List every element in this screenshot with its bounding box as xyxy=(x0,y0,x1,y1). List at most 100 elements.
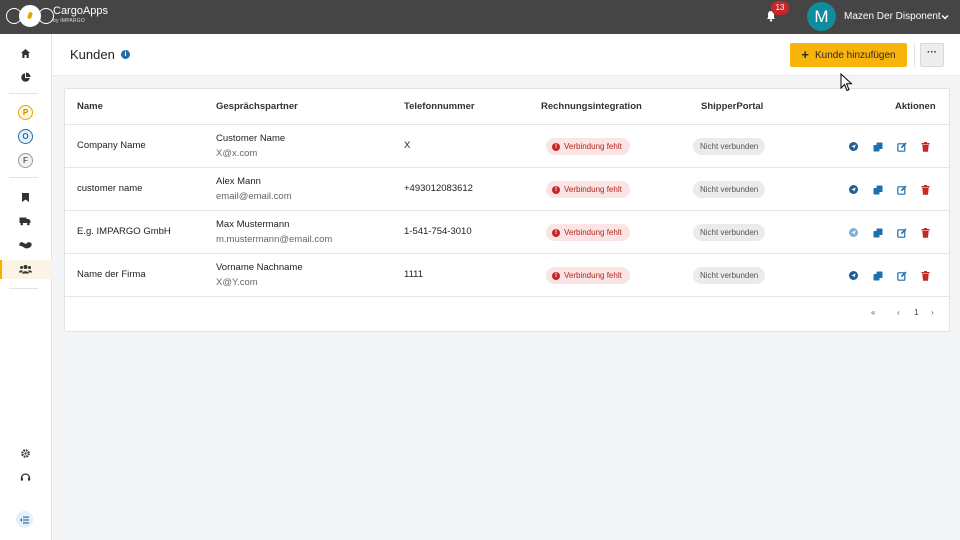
truck-icon xyxy=(19,217,31,226)
delete-icon xyxy=(921,141,930,152)
send-button[interactable] xyxy=(848,141,859,152)
column-header-shipper-portal[interactable]: ShipperPortal xyxy=(701,101,763,112)
contact-name: Vorname Nachname xyxy=(216,262,303,273)
column-header-phone[interactable]: Telefonnummer xyxy=(404,101,475,112)
send-icon xyxy=(849,142,858,151)
delete-icon xyxy=(921,270,930,281)
customer-name: Company Name xyxy=(77,140,146,151)
page-title: Kunden xyxy=(70,47,115,62)
table-row[interactable]: Name der Firma Vorname Nachname X@Y.com … xyxy=(65,254,949,297)
portal-status-badge: Nicht verbunden xyxy=(693,181,766,198)
edit-icon xyxy=(896,271,906,281)
sidebar-collapse-button[interactable] xyxy=(16,511,33,528)
collapse-menu-icon xyxy=(20,516,29,523)
error-icon: ! xyxy=(552,142,560,151)
user-name[interactable]: Mazen Der Disponent xyxy=(844,11,941,22)
column-header-invoice-integration[interactable]: Rechnungsintegration xyxy=(541,101,642,112)
send-icon xyxy=(849,228,858,237)
sidebar-item-transport[interactable] xyxy=(18,214,32,228)
edit-button[interactable] xyxy=(896,141,907,152)
page-header: Kunden i + Kunde hinzufügen ··· xyxy=(52,34,960,76)
notification-count-badge: 13 xyxy=(771,1,789,15)
sidebar-item-analytics[interactable] xyxy=(18,70,32,84)
app-logo[interactable] xyxy=(6,5,54,27)
error-icon: ! xyxy=(552,228,560,237)
handshake-icon xyxy=(19,242,31,249)
pagination-first-button[interactable]: « xyxy=(871,308,875,317)
contact-email: m.mustermann@email.com xyxy=(216,234,333,245)
pagination-page-number[interactable]: 1 xyxy=(914,308,918,317)
column-header-actions: Aktionen xyxy=(895,101,936,112)
table-row[interactable]: Company Name Customer Name X@x.com X ! Ve… xyxy=(65,125,949,168)
customer-name: Name der Firma xyxy=(77,269,146,280)
info-icon[interactable]: i xyxy=(121,50,130,59)
invoice-status-badge: ! Verbindung fehlt xyxy=(546,267,630,284)
send-button[interactable] xyxy=(848,227,859,238)
users-icon xyxy=(18,265,32,274)
contact-email: email@email.com xyxy=(216,191,292,202)
column-header-name[interactable]: Name xyxy=(77,101,103,112)
contact-email: X@Y.com xyxy=(216,277,258,288)
copy-icon xyxy=(873,142,882,151)
table-row[interactable]: E.g. IMPARGO GmbH Max Mustermann m.muste… xyxy=(65,211,949,254)
edit-icon xyxy=(896,228,906,238)
delete-button[interactable] xyxy=(920,141,931,152)
sidebar-item-customers[interactable] xyxy=(18,262,32,276)
edit-button[interactable] xyxy=(896,184,907,195)
edit-button[interactable] xyxy=(896,270,907,281)
chevron-down-icon[interactable] xyxy=(940,12,950,22)
phone-number: X xyxy=(404,140,411,151)
top-bar: CargoApps by IMPARGO 13 M Mazen Der Disp… xyxy=(0,0,960,34)
copy-button[interactable] xyxy=(872,270,883,281)
portal-status-badge: Nicht verbunden xyxy=(693,138,766,155)
add-customer-button[interactable]: + Kunde hinzufügen xyxy=(790,43,907,67)
avatar[interactable]: M xyxy=(807,2,836,31)
sidebar-item-f[interactable]: F xyxy=(18,153,33,168)
delete-button[interactable] xyxy=(920,184,931,195)
sidebar-item-o[interactable]: O xyxy=(18,129,33,144)
home-icon xyxy=(20,48,30,58)
copy-button[interactable] xyxy=(872,184,883,195)
delete-icon xyxy=(921,227,930,238)
send-icon xyxy=(849,185,858,194)
send-button[interactable] xyxy=(848,270,859,281)
pagination-prev-button[interactable]: ‹ xyxy=(897,308,900,317)
bookmark-icon xyxy=(21,192,29,202)
copy-icon xyxy=(873,185,882,194)
phone-number: +493012083612 xyxy=(404,183,473,194)
brand-name: CargoApps xyxy=(53,5,109,17)
customers-table: Name Gesprächspartner Telefonnummer Rech… xyxy=(64,88,950,332)
add-customer-label: Kunde hinzufügen xyxy=(814,49,896,61)
invoice-status-badge: ! Verbindung fehlt xyxy=(546,138,630,155)
error-icon: ! xyxy=(552,185,560,194)
sidebar-item-p[interactable]: P xyxy=(18,105,33,120)
error-icon: ! xyxy=(552,271,560,280)
support-icon xyxy=(20,472,30,481)
sidebar-item-settings[interactable] xyxy=(18,446,32,460)
edit-button[interactable] xyxy=(896,227,907,238)
send-icon xyxy=(849,271,858,280)
sidebar-item-home[interactable] xyxy=(18,46,32,60)
pie-chart-icon xyxy=(20,72,30,82)
contact-name: Alex Mann xyxy=(216,176,261,187)
invoice-status-badge: ! Verbindung fehlt xyxy=(546,181,630,198)
phone-number: 1111 xyxy=(404,269,424,280)
contact-name: Max Mustermann xyxy=(216,219,290,230)
portal-status-badge: Nicht verbunden xyxy=(693,224,766,241)
more-options-button[interactable]: ··· xyxy=(920,43,944,67)
table-row[interactable]: customer name Alex Mann email@email.com … xyxy=(65,168,949,211)
column-header-contact[interactable]: Gesprächspartner xyxy=(216,101,298,112)
edit-icon xyxy=(896,185,906,195)
delete-button[interactable] xyxy=(920,227,931,238)
gear-icon xyxy=(20,448,30,458)
copy-button[interactable] xyxy=(872,141,883,152)
customer-name: customer name xyxy=(77,183,143,194)
sidebar-item-bookmarks[interactable] xyxy=(18,190,32,204)
sidebar-item-partners[interactable] xyxy=(18,238,32,252)
sidebar-item-support[interactable] xyxy=(18,470,32,484)
delete-button[interactable] xyxy=(920,270,931,281)
send-button[interactable] xyxy=(848,184,859,195)
pagination-next-button[interactable]: › xyxy=(931,308,934,317)
phone-number: 1-541-754-3010 xyxy=(404,226,472,237)
copy-button[interactable] xyxy=(872,227,883,238)
